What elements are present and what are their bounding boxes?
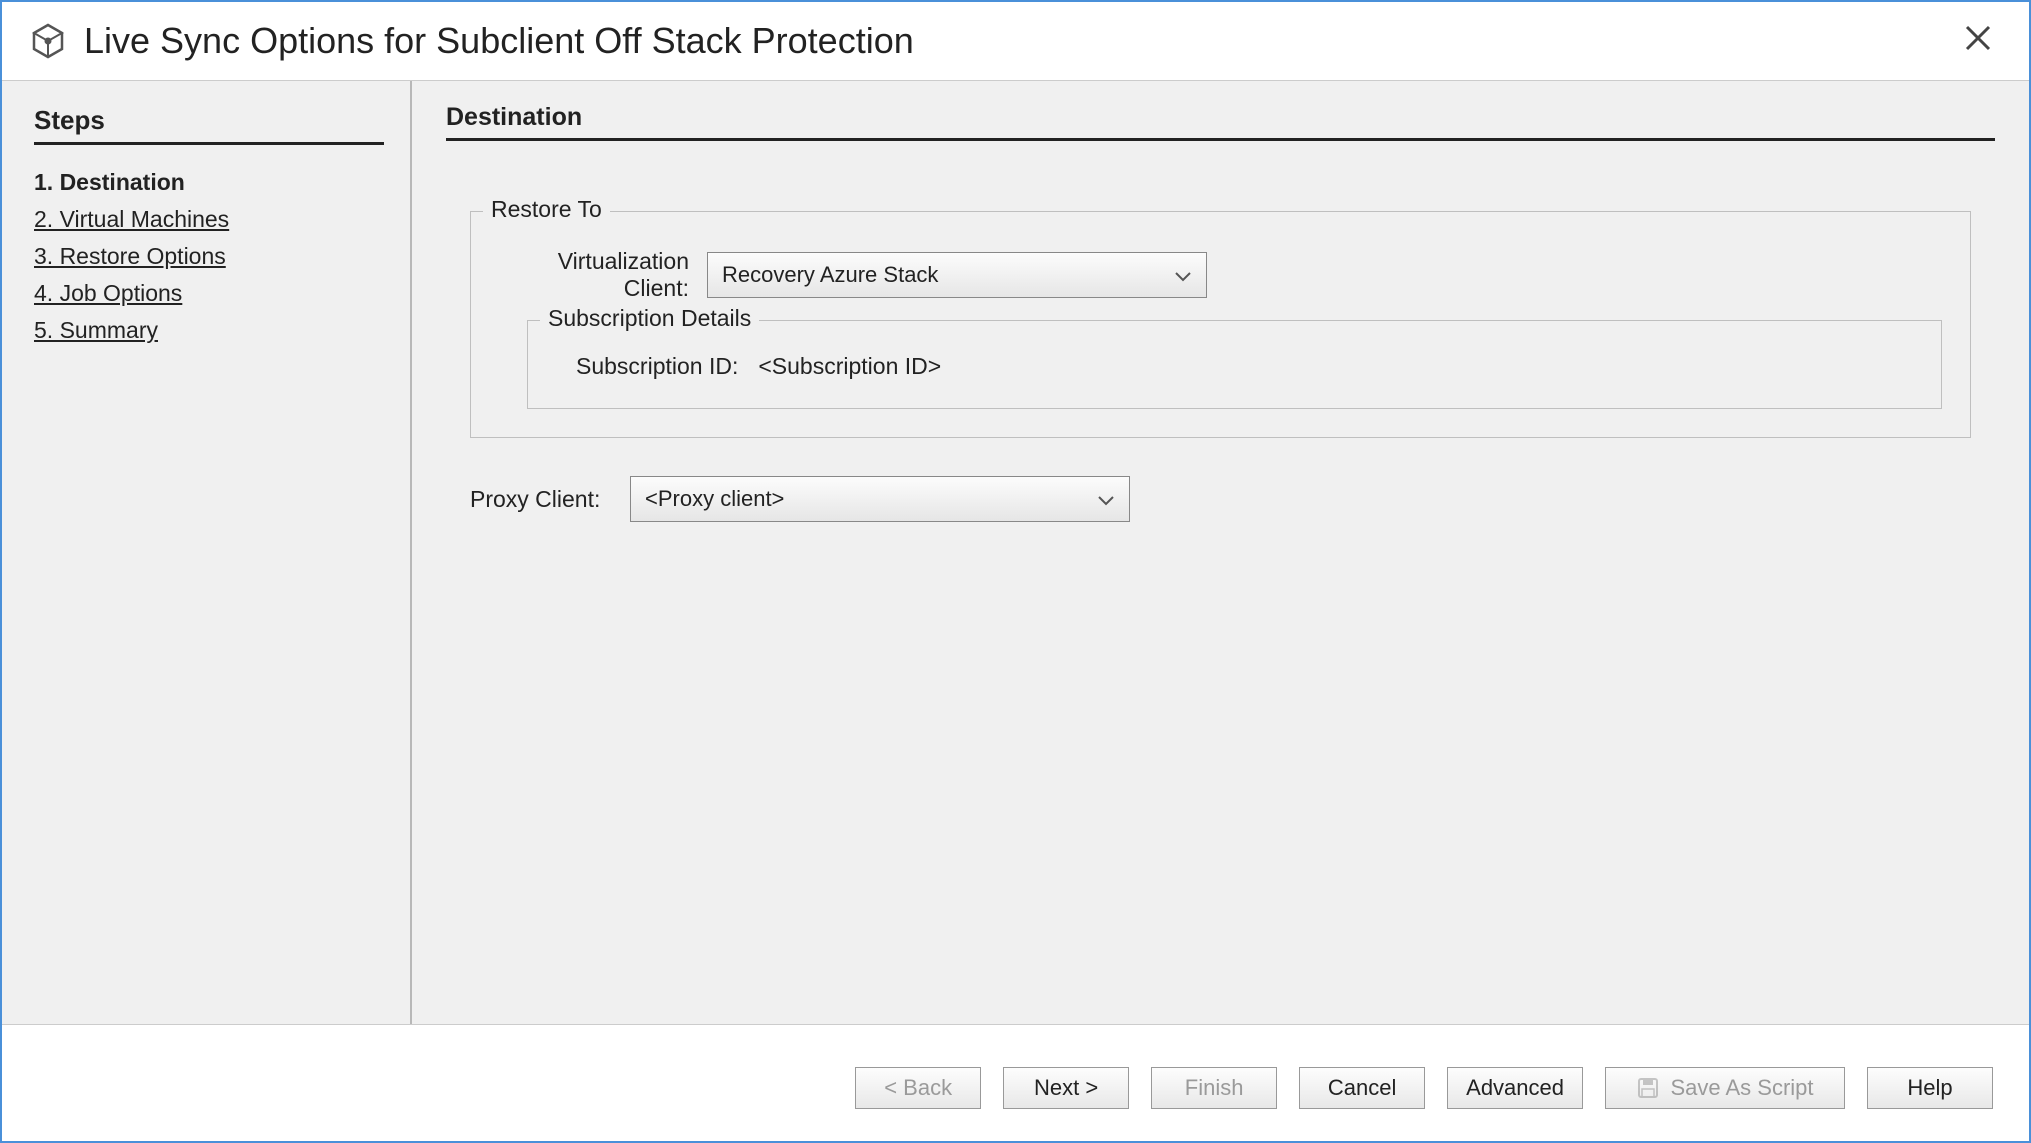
finish-button: Finish	[1151, 1067, 1277, 1109]
proxy-client-row: Proxy Client: <Proxy client>	[470, 476, 1971, 522]
back-button: < Back	[855, 1067, 981, 1109]
subscription-id-row: Subscription ID: <Subscription ID>	[556, 353, 1913, 380]
help-button[interactable]: Help	[1867, 1067, 1993, 1109]
sidebar-heading: Steps	[34, 105, 384, 145]
step-destination[interactable]: 1. Destination	[34, 169, 378, 196]
proxy-client-label: Proxy Client:	[470, 486, 630, 513]
chevron-down-icon	[1097, 486, 1115, 512]
save-as-script-label: Save As Script	[1670, 1075, 1813, 1101]
dialog-window: Live Sync Options for Subclient Off Stac…	[0, 0, 2031, 1143]
virtualization-client-value: Recovery Azure Stack	[722, 262, 938, 288]
cancel-button[interactable]: Cancel	[1299, 1067, 1425, 1109]
close-icon[interactable]	[1955, 23, 2001, 59]
step-list: 1. Destination 2. Virtual Machines 3. Re…	[34, 169, 378, 344]
save-as-script-button: Save As Script	[1605, 1067, 1845, 1109]
restore-to-legend: Restore To	[483, 196, 610, 223]
main-panel: Destination Restore To Virtualization Cl…	[412, 81, 2029, 1024]
next-button[interactable]: Next >	[1003, 1067, 1129, 1109]
restore-to-fieldset: Restore To Virtualization Client: Recove…	[470, 211, 1971, 438]
dialog-title: Live Sync Options for Subclient Off Stac…	[84, 20, 1955, 62]
proxy-client-value: <Proxy client>	[645, 486, 784, 512]
step-restore-options[interactable]: 3. Restore Options	[34, 243, 378, 270]
subscription-details-legend: Subscription Details	[540, 305, 759, 332]
proxy-client-select[interactable]: <Proxy client>	[630, 476, 1130, 522]
subscription-details-fieldset: Subscription Details Subscription ID: <S…	[527, 320, 1942, 409]
footer: < Back Next > Finish Cancel Advanced Sav…	[2, 1024, 2029, 1141]
app-icon	[30, 23, 66, 59]
subscription-id-label: Subscription ID:	[576, 353, 738, 380]
virtualization-client-select[interactable]: Recovery Azure Stack	[707, 252, 1207, 298]
step-summary[interactable]: 5. Summary	[34, 317, 378, 344]
virtualization-client-row: Virtualization Client: Recovery Azure St…	[499, 248, 1942, 302]
chevron-down-icon	[1174, 262, 1192, 288]
step-virtual-machines[interactable]: 2. Virtual Machines	[34, 206, 378, 233]
step-job-options[interactable]: 4. Job Options	[34, 280, 378, 307]
virtualization-client-label: Virtualization Client:	[499, 248, 689, 302]
titlebar: Live Sync Options for Subclient Off Stac…	[2, 2, 2029, 80]
save-script-icon	[1636, 1076, 1660, 1100]
dialog-body: Steps 1. Destination 2. Virtual Machines…	[2, 80, 2029, 1024]
subscription-id-value: <Subscription ID>	[758, 353, 941, 380]
sidebar: Steps 1. Destination 2. Virtual Machines…	[2, 81, 412, 1024]
main-heading: Destination	[446, 103, 1995, 141]
advanced-button[interactable]: Advanced	[1447, 1067, 1583, 1109]
